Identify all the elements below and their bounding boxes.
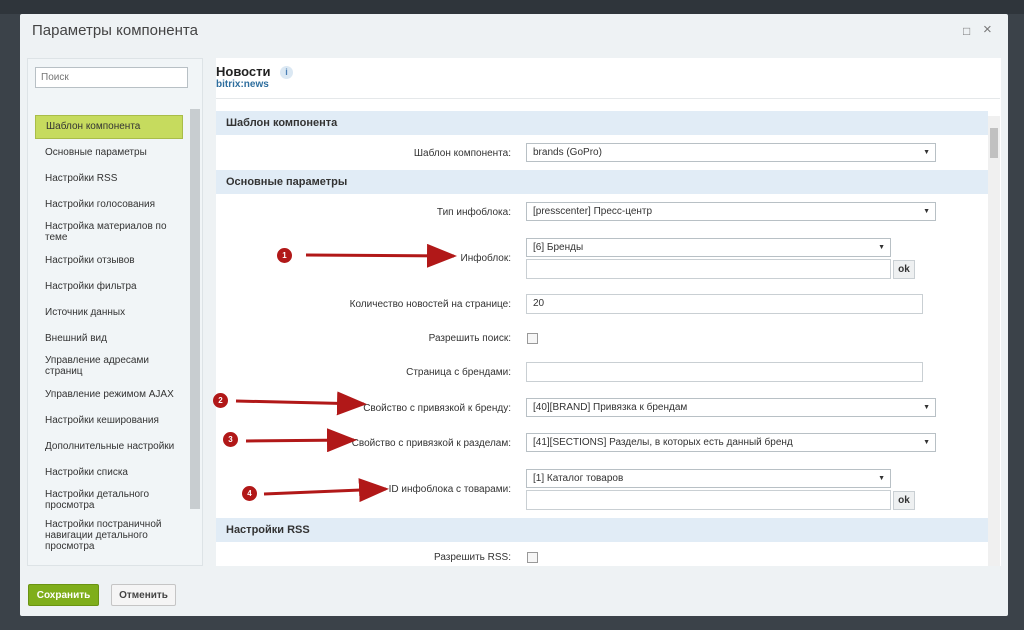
close-button[interactable]: × <box>983 21 992 38</box>
arrow-1 <box>305 243 457 268</box>
arrow-3 <box>245 428 357 453</box>
annotation-badge-1: 1 <box>277 248 292 263</box>
sidebar-item[interactable]: Внешний вид <box>35 333 183 344</box>
sidebar-item[interactable]: Настройки списка <box>35 467 183 478</box>
annotation-badge-3: 3 <box>223 432 238 447</box>
arrow-4 <box>263 478 389 503</box>
main-panel: Новости i bitrix:news Шаблон компонента … <box>213 58 1001 566</box>
annotation-arrows <box>235 243 457 503</box>
sidebar-item[interactable]: Настройка материалов по теме <box>35 221 183 243</box>
arrow-2 <box>235 391 367 416</box>
sidebar: Шаблон компонента Основные параметры Нас… <box>27 58 203 566</box>
background-toolbar <box>0 0 1024 14</box>
sidebar-item[interactable]: Дополнительные настройки <box>35 441 183 452</box>
sidebar-item[interactable]: Настройки кеширования <box>35 415 183 426</box>
sidebar-item[interactable]: Настройки RSS <box>35 173 183 184</box>
sidebar-item[interactable]: Управление адресами страниц <box>35 355 183 377</box>
sidebar-scrollbar[interactable] <box>190 109 200 509</box>
search-input[interactable] <box>35 67 188 88</box>
sidebar-item[interactable]: Источник данных <box>35 307 183 318</box>
dialog-title: Параметры компонента <box>32 22 198 39</box>
sidebar-item[interactable]: Настройки детального просмотра <box>35 489 183 511</box>
annotation-badge-4: 4 <box>242 486 257 501</box>
sidebar-item-template[interactable]: Шаблон компонента <box>35 115 183 139</box>
component-params-dialog: Параметры компонента □ × Шаблон компонен… <box>20 14 1008 616</box>
save-button[interactable]: Сохранить <box>28 584 99 606</box>
sidebar-item[interactable]: Настройки постраничной навигации детальн… <box>35 519 183 552</box>
maximize-button[interactable]: □ <box>963 24 970 38</box>
sidebar-item[interactable]: Настройки отзывов <box>35 255 183 266</box>
sidebar-item[interactable]: Управление режимом AJAX <box>35 389 183 400</box>
sidebar-item[interactable]: Основные параметры <box>35 147 183 158</box>
annotation-badge-2: 2 <box>213 393 228 408</box>
cancel-button[interactable]: Отменить <box>111 584 176 606</box>
sidebar-item[interactable]: Настройки голосования <box>35 199 183 210</box>
sidebar-item[interactable]: Настройки фильтра <box>35 281 183 292</box>
